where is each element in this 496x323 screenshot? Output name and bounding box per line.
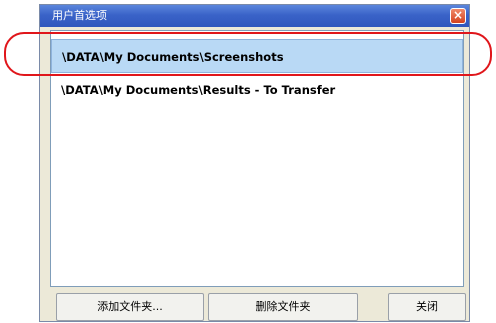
folder-list[interactable]: \DATA\My Documents\Screenshots \DATA\My …: [50, 30, 464, 287]
folder-item-screenshots[interactable]: \DATA\My Documents\Screenshots: [51, 39, 463, 73]
folder-item-results[interactable]: \DATA\My Documents\Results - To Transfer: [51, 73, 463, 107]
close-button[interactable]: 关闭: [388, 293, 466, 321]
close-icon[interactable]: ×: [450, 8, 466, 24]
user-preferences-dialog: 用户首选项 × \DATA\My Documents\Screenshots \…: [39, 4, 470, 322]
delete-folder-button[interactable]: 删除文件夹: [208, 293, 358, 321]
dialog-title: 用户首选项: [52, 9, 107, 22]
add-folder-button[interactable]: 添加文件夹...: [56, 293, 204, 321]
title-bar: 用户首选项 ×: [40, 5, 469, 27]
